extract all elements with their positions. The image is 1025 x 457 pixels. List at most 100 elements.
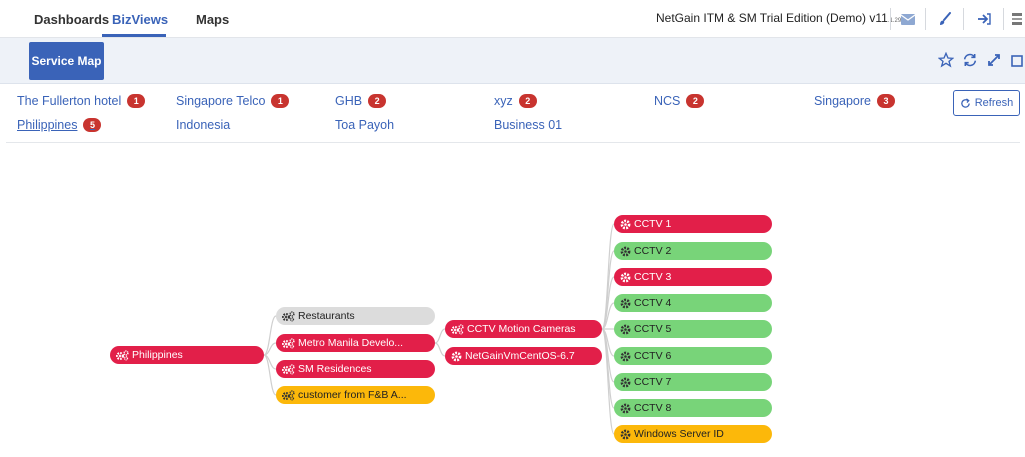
active-tab-indicator: [102, 34, 166, 37]
bizview-tab[interactable]: Toa Payoh: [335, 116, 394, 134]
refresh-label: Refresh: [974, 97, 1014, 109]
gear-icon: [620, 377, 631, 388]
bizview-tab[interactable]: Singapore 3: [814, 92, 895, 110]
bizview-tab[interactable]: The Fullerton hotel 1: [17, 92, 146, 110]
brush-icon[interactable]: [934, 9, 956, 29]
divider: [890, 8, 891, 30]
service-map-toolbar: Service Map: [0, 38, 1025, 84]
gear-icon: [620, 298, 631, 309]
export-icon[interactable]: [1008, 50, 1025, 70]
gear-icon: [451, 351, 462, 362]
tree-node-metro[interactable]: Metro Manila Develo...: [276, 334, 435, 352]
bizview-tab-active[interactable]: Philippines 5: [17, 116, 102, 134]
bizview-tab-label: Singapore Telco: [176, 94, 266, 108]
gear-icon: [620, 246, 631, 257]
bizview-tab[interactable]: Indonesia: [176, 116, 230, 134]
gear-icon: [620, 351, 631, 362]
nav-tab-maps[interactable]: Maps: [196, 12, 229, 27]
top-nav: Dashboards BizViews Maps NetGain ITM & S…: [0, 0, 1025, 38]
alert-count-badge: 2: [686, 94, 705, 108]
refresh-icon: [960, 97, 970, 108]
service-map-tree: Philippines Restaurants Metro Manila Devel…: [0, 143, 1025, 457]
tree-link: [434, 342, 446, 357]
tree-node-label: Metro Manila Develo...: [298, 337, 404, 349]
tree-node-label: CCTV Motion Cameras: [467, 323, 576, 335]
alert-count-badge: 1: [271, 94, 290, 108]
tree-links: [263, 223, 615, 435]
bizview-tab-label: Toa Payoh: [335, 118, 395, 132]
gears-icon: [282, 310, 295, 322]
tree-node-label: customer from F&B A...: [298, 389, 407, 401]
bizview-tab[interactable]: Business 01: [494, 116, 562, 134]
tree-node-label: NetGainVmCentOS-6.7: [465, 350, 575, 362]
tree-node-label: CCTV 4: [634, 297, 672, 309]
mail-icon[interactable]: [897, 9, 919, 29]
tree-link: [601, 223, 615, 330]
refresh-button[interactable]: Refresh: [953, 90, 1020, 116]
tree-node-label: CCTV 7: [634, 376, 672, 388]
tree-node-smres[interactable]: SM Residences: [276, 360, 435, 378]
tree-node-root[interactable]: Philippines: [110, 346, 264, 364]
gears-icon: [282, 337, 295, 349]
tree-node-label: CCTV 1: [634, 218, 672, 230]
bizview-tab-label: Philippines: [17, 118, 78, 132]
tree-node-ngvm[interactable]: NetGainVmCentOS-6.7: [445, 347, 602, 365]
tree-node-c5[interactable]: CCTV 5: [614, 320, 772, 338]
bizview-tab-label: Indonesia: [176, 118, 231, 132]
tree-node-c3[interactable]: CCTV 3: [614, 268, 772, 286]
expand-icon[interactable]: [984, 50, 1004, 70]
bizview-tab-label: Business 01: [494, 118, 563, 132]
tree-node-label: CCTV 3: [634, 271, 672, 283]
tree-node-label: Philippines: [132, 349, 183, 361]
edition-label: NetGain ITM & SM Trial Edition (Demo) v1…: [656, 11, 905, 25]
tree-node-label: Windows Server ID: [634, 428, 724, 440]
edition-text: NetGain ITM & SM Trial Edition (Demo) v1…: [656, 11, 888, 25]
tree-node-label: Restaurants: [298, 310, 355, 322]
bizview-tab-label: NCS: [654, 94, 681, 108]
tree-node-label: SM Residences: [298, 363, 372, 375]
tree-node-c2[interactable]: CCTV 2: [614, 242, 772, 260]
nav-tab-bizviews[interactable]: BizViews: [112, 12, 168, 27]
alert-count-badge: 1: [127, 94, 146, 108]
alert-count-badge: 2: [518, 94, 537, 108]
gears-icon: [451, 323, 464, 335]
tree-node-fnb[interactable]: customer from F&B A...: [276, 386, 435, 404]
alert-count-badge: 2: [368, 94, 387, 108]
gear-icon: [620, 219, 631, 230]
logout-icon[interactable]: [973, 9, 995, 29]
tree-node-c8[interactable]: CCTV 8: [614, 399, 772, 417]
bizview-tab[interactable]: NCS 2: [654, 92, 705, 110]
alert-count-badge: 3: [877, 94, 895, 108]
tree-node-c4[interactable]: CCTV 4: [614, 294, 772, 312]
divider: [1003, 8, 1004, 30]
tree-node-c6[interactable]: CCTV 6: [614, 347, 772, 365]
tree-node-rest[interactable]: Restaurants: [276, 307, 435, 325]
service-map-button[interactable]: Service Map: [29, 42, 104, 80]
bizview-tab-label: The Fullerton hotel: [17, 94, 122, 108]
gear-icon: [620, 272, 631, 283]
user-menu-icon[interactable]: [1010, 9, 1024, 29]
divider: [925, 8, 926, 30]
alert-count-badge: 5: [83, 118, 102, 132]
tree-node-label: CCTV 6: [634, 350, 672, 362]
bizview-tab-label: Singapore: [814, 94, 871, 108]
gears-icon: [282, 363, 295, 375]
bizview-tab[interactable]: xyz 2: [494, 92, 537, 110]
tree-node-label: CCTV 2: [634, 245, 672, 257]
tree-node-label: CCTV 5: [634, 323, 672, 335]
gears-icon: [282, 389, 295, 401]
reload-icon[interactable]: [960, 50, 980, 70]
tree-node-c7[interactable]: CCTV 7: [614, 373, 772, 391]
star-icon[interactable]: [936, 50, 956, 70]
gears-icon: [116, 349, 129, 361]
tree-node-wsid[interactable]: Windows Server ID: [614, 425, 772, 443]
nav-tab-dashboards[interactable]: Dashboards: [34, 12, 109, 27]
divider: [963, 8, 964, 30]
bizview-tab[interactable]: Singapore Telco 1: [176, 92, 290, 110]
tree-node-cctvmc[interactable]: CCTV Motion Cameras: [445, 320, 602, 338]
bizview-tab-label: GHB: [335, 94, 363, 108]
tree-node-c1[interactable]: CCTV 1: [614, 215, 772, 233]
bizview-tab[interactable]: GHB 2: [335, 92, 387, 110]
gear-icon: [620, 324, 631, 335]
gear-icon: [620, 429, 631, 440]
